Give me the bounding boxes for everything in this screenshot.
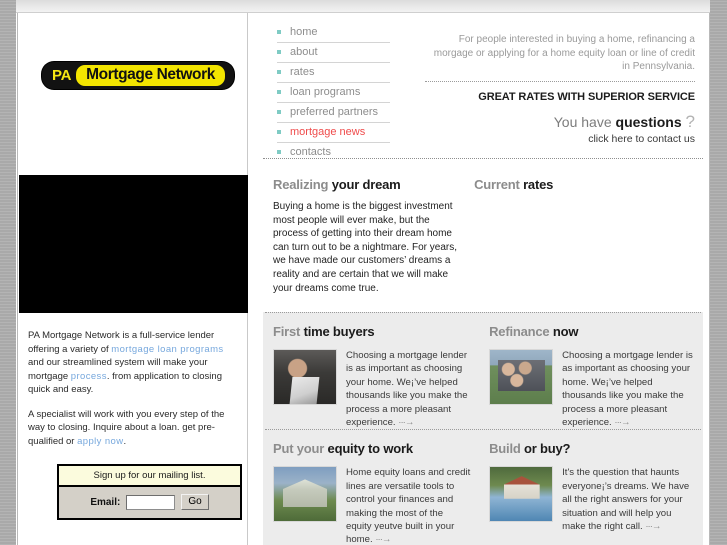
card-refinance-now[interactable]: Refinance now Choosing a mortgage lender…	[479, 313, 703, 429]
right-column: home about rates loan programs preferred…	[249, 13, 709, 545]
office-desk-photo	[273, 349, 337, 405]
card3-body: It's the question that haunts everyone¡’…	[489, 466, 695, 533]
intro-paragraph-2: A specialist will work with you every st…	[28, 408, 240, 449]
card0-head-light: First	[273, 324, 301, 339]
feature-card-row-1: First time buyers Choosing a mortgage le…	[263, 313, 703, 429]
card2-head-bold: equity to work	[327, 441, 414, 457]
family-outside-house-photo	[489, 349, 554, 405]
email-input[interactable]	[126, 494, 176, 510]
card1-more-arrow-icon[interactable]: ···→	[614, 417, 630, 428]
card0-body: Choosing a mortgage lender is as importa…	[273, 349, 471, 429]
house-with-pool-photo	[489, 466, 554, 523]
card3-head-bold: or buy?	[524, 441, 571, 457]
nav-item-about[interactable]: about	[277, 43, 390, 63]
mailing-list-form: Email: Go	[59, 487, 240, 518]
question-mark-icon: ?	[685, 112, 695, 131]
top-chrome-band	[16, 0, 710, 12]
realizing-your-dream-panel: Realizing your dream Buying a home is th…	[249, 160, 465, 312]
hero-image-placeholder	[19, 175, 248, 313]
nav-item-preferred-partners[interactable]: preferred partners	[277, 103, 390, 123]
card3-more-arrow-icon[interactable]: ···→	[645, 521, 661, 532]
logo-pill: PA Mortgage Network	[42, 62, 234, 89]
card1-head-bold: now	[552, 324, 579, 339]
browser-viewport: PA Mortgage Network PA Mortgage Network …	[0, 0, 727, 545]
refinance-now-heading: Refinance now	[489, 324, 695, 339]
card0-more-arrow-icon[interactable]: ···→	[398, 417, 414, 428]
site-logo[interactable]: PA Mortgage Network	[42, 62, 234, 89]
questions-light-text: You have	[553, 114, 612, 130]
page-frame: PA Mortgage Network PA Mortgage Network …	[17, 13, 710, 545]
card-put-your-equity-to-work[interactable]: Put your equity to work Home equity loan…	[263, 430, 479, 545]
contact-us-link[interactable]: click here to contact us	[425, 133, 695, 145]
realizing-your-dream-heading: Realizing your dream	[273, 177, 465, 192]
first-time-buyers-heading: First time buyers	[273, 324, 471, 339]
realizing-your-dream-text: Buying a home is the biggest investment …	[273, 201, 457, 294]
go-button[interactable]: Go	[181, 494, 209, 510]
white-house-photo	[273, 466, 337, 523]
nav-item-mortgage-news[interactable]: mortgage news	[277, 123, 390, 143]
intro-copy: PA Mortgage Network is a full-service le…	[28, 329, 240, 459]
header-zone: home about rates loan programs preferred…	[249, 13, 709, 159]
process-link[interactable]: process	[71, 371, 107, 382]
header-bottom-divider	[263, 158, 703, 159]
dream-head-light: Realizing	[273, 177, 329, 192]
top-panels: Realizing your dream Buying a home is th…	[249, 160, 709, 312]
card3-head-light: Build	[489, 441, 521, 457]
build-or-buy-heading: Build or buy?	[489, 441, 695, 456]
rates-head-bold: rates	[523, 177, 554, 192]
card2-body: Home equity loans and credit lines are v…	[273, 466, 471, 545]
questions-headline: You have questions ?	[425, 112, 695, 132]
intro-text-2a: A specialist will work with you every st…	[28, 408, 225, 447]
rates-head-light: Current	[474, 177, 520, 192]
intro-paragraph-1: PA Mortgage Network is a full-service le…	[28, 329, 240, 397]
logo-name-text: Mortgage Network	[76, 65, 225, 86]
card1-head-light: Refinance	[489, 324, 550, 339]
header-blurb-divider	[425, 81, 695, 82]
questions-bold-text: questions	[615, 114, 682, 130]
email-label: Email:	[90, 496, 121, 508]
card2-text-wrap: Home equity loans and credit lines are v…	[346, 466, 471, 545]
card1-text-wrap: Choosing a mortgage lender is as importa…	[562, 349, 695, 429]
intro-text-2b: .	[123, 435, 127, 447]
card-first-time-buyers[interactable]: First time buyers Choosing a mortgage le…	[263, 313, 479, 429]
feature-card-row-2: Put your equity to work Home equity loan…	[263, 430, 703, 545]
equity-to-work-heading: Put your equity to work	[273, 441, 471, 456]
card0-text-wrap: Choosing a mortgage lender is as importa…	[346, 349, 471, 429]
card-build-or-buy[interactable]: Build or buy? It's the question that hau…	[479, 430, 703, 545]
header-tagline: GREAT RATES WITH SUPERIOR SERVICE	[478, 91, 695, 103]
apply-now-link[interactable]: apply now	[77, 436, 123, 447]
mortgage-loan-programs-link[interactable]: mortgage loan programs	[111, 344, 223, 355]
card1-body: Choosing a mortgage lender is as importa…	[489, 349, 695, 429]
card3-text: It's the question that haunts everyone¡’…	[562, 467, 690, 533]
current-rates-panel: Current rates	[465, 160, 709, 312]
header-blurb: For people interested in buying a home, …	[433, 34, 695, 72]
card3-text-wrap: It's the question that haunts everyone¡’…	[562, 466, 695, 533]
mailing-list-signup: Sign up for our mailing list. Email: Go	[57, 464, 242, 520]
card2-head-light: Put your	[273, 441, 325, 457]
feature-cards-block: First time buyers Choosing a mortgage le…	[263, 312, 703, 545]
card0-head-bold: time buyers	[303, 324, 375, 339]
logo-prefix-text: PA	[52, 67, 72, 84]
main-navigation: home about rates loan programs preferred…	[277, 23, 390, 162]
nav-item-loan-programs[interactable]: loan programs	[277, 83, 390, 103]
card2-more-arrow-icon[interactable]: ···→	[375, 534, 391, 545]
card2-text: Home equity loans and credit lines are v…	[346, 467, 471, 545]
right-scroll-rail[interactable]	[710, 0, 727, 545]
dream-head-bold: your dream	[331, 177, 401, 192]
left-scroll-rail	[0, 0, 16, 545]
nav-item-home[interactable]: home	[277, 23, 390, 43]
mailing-list-heading: Sign up for our mailing list.	[59, 466, 240, 487]
current-rates-heading: Current rates	[474, 177, 709, 192]
left-column: PA Mortgage Network PA Mortgage Network …	[18, 13, 248, 545]
nav-item-rates[interactable]: rates	[277, 63, 390, 83]
